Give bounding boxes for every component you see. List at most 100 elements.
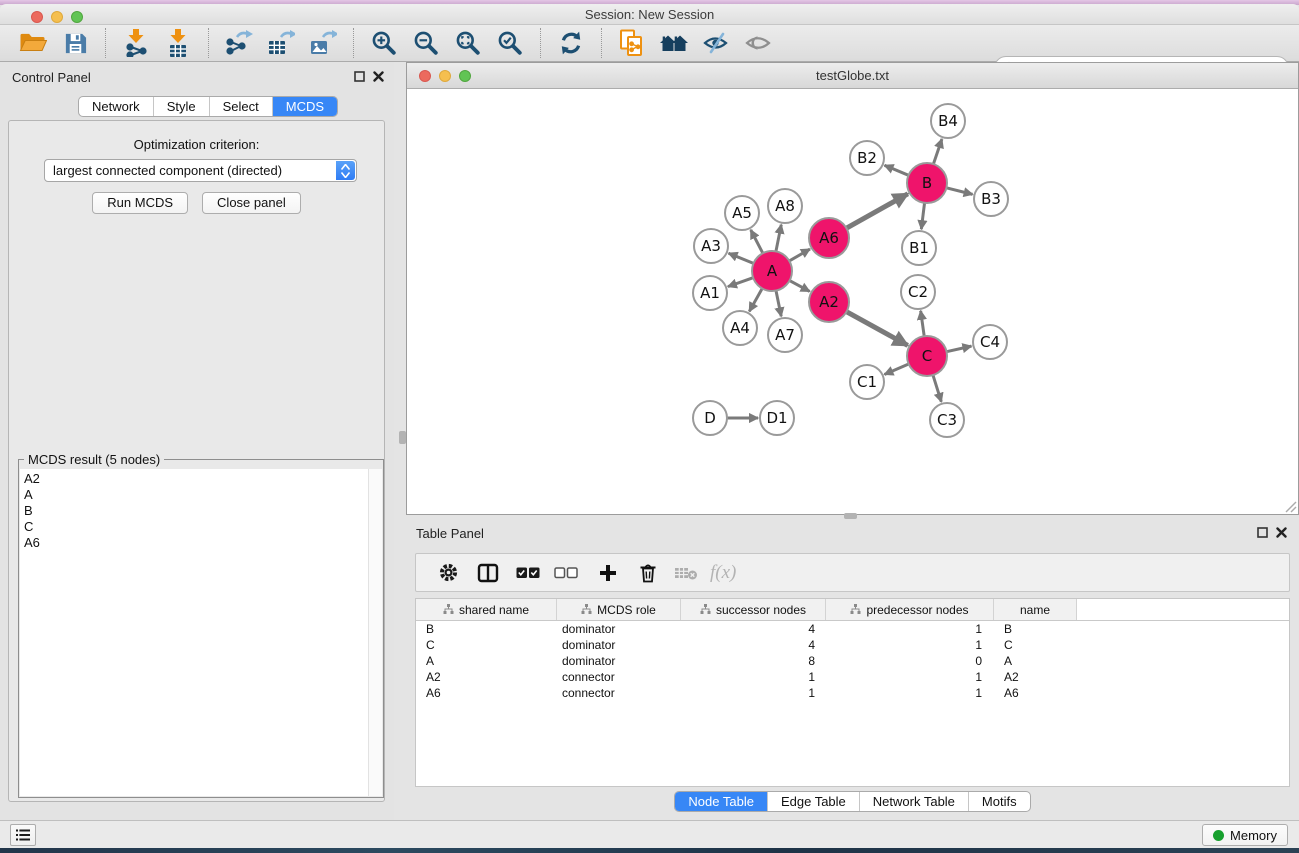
table-cell[interactable]: connector <box>557 669 681 685</box>
export-image-icon[interactable] <box>306 28 340 59</box>
graph-node-A1[interactable]: A1 <box>693 276 727 310</box>
column-header-shared-name[interactable]: shared name <box>416 599 557 620</box>
tab-style[interactable]: Style <box>153 97 209 116</box>
split-divider-thumb-horizontal[interactable] <box>844 513 857 519</box>
table-cell[interactable]: A6 <box>994 685 1077 701</box>
table-cell[interactable]: 4 <box>681 621 826 637</box>
graph-node-B2[interactable]: B2 <box>850 141 884 175</box>
graph-node-B[interactable]: B <box>907 163 947 203</box>
graph-edge-A-A8[interactable] <box>776 225 781 252</box>
tab-select[interactable]: Select <box>209 97 272 116</box>
graph-node-A4[interactable]: A4 <box>723 311 757 345</box>
criterion-dropdown[interactable]: largest connected component (directed) <box>44 159 357 182</box>
graph-node-B3[interactable]: B3 <box>974 182 1008 216</box>
minimize-network-button[interactable] <box>439 70 451 82</box>
export-network-icon[interactable] <box>222 28 256 59</box>
table-row[interactable]: Cdominator41C <box>416 637 1289 653</box>
table-options-gear-icon[interactable] <box>430 558 466 588</box>
graph-node-C2[interactable]: C2 <box>901 275 935 309</box>
graph-edge-A-A2[interactable] <box>790 281 810 292</box>
close-network-button[interactable] <box>419 70 431 82</box>
table-cell[interactable]: 0 <box>826 653 994 669</box>
graph-node-A[interactable]: A <box>752 251 792 291</box>
result-item[interactable]: A <box>24 487 368 503</box>
table-cell[interactable]: C <box>416 637 557 653</box>
graph-node-C1[interactable]: C1 <box>850 365 884 399</box>
deselect-all-rows-icon[interactable] <box>548 558 584 588</box>
graph-node-A3[interactable]: A3 <box>694 229 728 263</box>
close-panel-icon[interactable] <box>373 71 384 82</box>
graph-node-C[interactable]: C <box>907 336 947 376</box>
graph-node-B1[interactable]: B1 <box>902 231 936 265</box>
graph-edge-A-A1[interactable] <box>728 278 753 287</box>
graph-node-A8[interactable]: A8 <box>768 189 802 223</box>
run-mcds-button[interactable]: Run MCDS <box>92 192 188 214</box>
zoom-fit-icon[interactable] <box>451 28 485 59</box>
result-item[interactable]: A2 <box>24 471 368 487</box>
column-header-MCDS-role[interactable]: MCDS role <box>557 599 681 620</box>
zoom-in-icon[interactable] <box>367 28 401 59</box>
graph-node-A7[interactable]: A7 <box>768 318 802 352</box>
result-item[interactable]: B <box>24 503 368 519</box>
table-row[interactable]: A2connector11A2 <box>416 669 1289 685</box>
network-window-titlebar[interactable]: testGlobe.txt <box>407 63 1298 89</box>
table-cell[interactable]: A2 <box>416 669 557 685</box>
import-network-icon[interactable] <box>119 28 153 59</box>
network-canvas[interactable]: B4B2BB3A8A5A6B1A3AC2A1A2A4A7C4CC1C3DD1 <box>407 89 1298 514</box>
table-cell[interactable]: A <box>416 653 557 669</box>
table-cell[interactable]: C <box>994 637 1077 653</box>
import-table-icon[interactable] <box>161 28 195 59</box>
table-cell[interactable]: B <box>416 621 557 637</box>
graph-edge-A-A4[interactable] <box>749 288 762 311</box>
graph-edge-A2-C[interactable] <box>847 312 908 346</box>
graph-node-A5[interactable]: A5 <box>725 196 759 230</box>
hide-graphics-details-icon[interactable] <box>699 28 733 59</box>
column-header-name[interactable]: name <box>994 599 1077 620</box>
table-cell[interactable]: 1 <box>826 669 994 685</box>
graph-edge-A6-B[interactable] <box>846 194 907 228</box>
table-row[interactable]: Adominator80A <box>416 653 1289 669</box>
graph-edge-A-A7[interactable] <box>776 291 781 317</box>
tab-mcds[interactable]: MCDS <box>272 97 337 116</box>
copy-network-document-icon[interactable] <box>615 28 649 59</box>
delete-column-icon[interactable] <box>630 558 666 588</box>
split-divider-thumb-vertical[interactable] <box>399 431 406 444</box>
table-cell[interactable]: 1 <box>826 685 994 701</box>
graph-node-D1[interactable]: D1 <box>760 401 794 435</box>
tab-network[interactable]: Network <box>79 97 153 116</box>
export-table-icon[interactable] <box>264 28 298 59</box>
zoom-out-icon[interactable] <box>409 28 443 59</box>
graph-edge-A-A3[interactable] <box>729 253 754 263</box>
graph-node-A2[interactable]: A2 <box>809 282 849 322</box>
show-column-panel-icon[interactable] <box>470 558 506 588</box>
table-cell[interactable]: dominator <box>557 653 681 669</box>
table-row[interactable]: A6connector11A6 <box>416 685 1289 701</box>
open-session-icon[interactable] <box>16 28 50 59</box>
float-panel-icon[interactable] <box>354 71 365 82</box>
result-item[interactable]: A6 <box>24 535 368 551</box>
graph-node-D[interactable]: D <box>693 401 727 435</box>
save-session-icon[interactable] <box>58 28 92 59</box>
graph-edge-C-C1[interactable] <box>884 364 908 374</box>
graph-edge-C-C4[interactable] <box>947 346 972 352</box>
add-column-icon[interactable] <box>590 558 626 588</box>
column-header-predecessor-nodes[interactable]: predecessor nodes <box>826 599 994 620</box>
table-cell[interactable]: 8 <box>681 653 826 669</box>
graph-edge-B-B1[interactable] <box>921 203 924 229</box>
graph-edge-B-B2[interactable] <box>885 165 909 175</box>
graph-edge-B-B4[interactable] <box>933 139 941 164</box>
table-cell[interactable]: 1 <box>826 637 994 653</box>
table-cell[interactable]: dominator <box>557 637 681 653</box>
table-cell[interactable]: A <box>994 653 1077 669</box>
task-history-button[interactable] <box>10 824 36 846</box>
close-table-panel-icon[interactable] <box>1276 527 1287 538</box>
home-views-icon[interactable] <box>657 28 691 59</box>
graph-edge-B-B3[interactable] <box>946 188 972 195</box>
show-graphics-details-icon[interactable] <box>741 28 775 59</box>
close-panel-button[interactable]: Close panel <box>202 192 301 214</box>
result-item[interactable]: C <box>24 519 368 535</box>
graph-node-C4[interactable]: C4 <box>973 325 1007 359</box>
column-header-successor-nodes[interactable]: successor nodes <box>681 599 826 620</box>
graph-edge-A-A6[interactable] <box>789 249 810 261</box>
tab-edge-table[interactable]: Edge Table <box>767 792 859 811</box>
